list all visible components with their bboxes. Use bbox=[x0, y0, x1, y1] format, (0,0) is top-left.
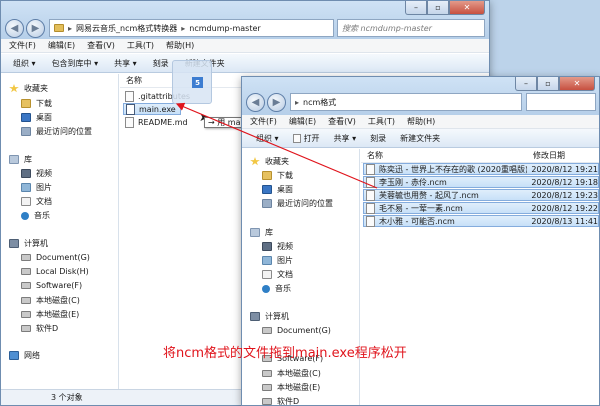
instruction-annotation: 将ncm格式的文件拖到main.exe程序松开 bbox=[163, 346, 407, 361]
drag-arrow-line bbox=[175, 102, 378, 189]
